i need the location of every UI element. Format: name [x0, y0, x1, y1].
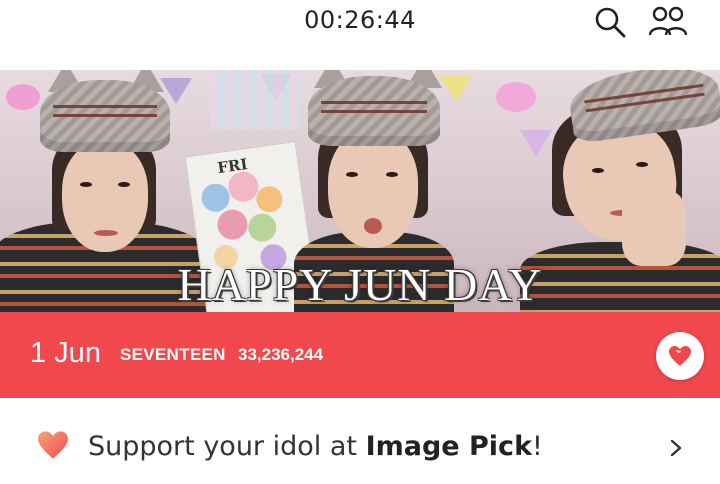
group-name: SEVENTEEN [120, 345, 226, 364]
event-date: 1 Jun [30, 337, 101, 369]
plaid-decoration [210, 70, 300, 130]
chevron-right-icon[interactable] [668, 438, 684, 462]
support-message: Support your idol at Image Pick! [88, 431, 543, 462]
banner-title: HAPPY JUN DAY [177, 259, 543, 310]
heart-icon [36, 430, 70, 464]
image-pick-link: Image Pick [365, 431, 533, 462]
event-info-bar[interactable]: 1 Jun SEVENTEEN 33,236,244 [0, 312, 720, 398]
users-icon[interactable] [648, 4, 688, 40]
top-bar: 00:26:44 [0, 0, 720, 70]
event-banner[interactable]: FRI HAPPY JUN DAY [0, 70, 720, 312]
like-button[interactable] [656, 332, 704, 380]
heart-icon [669, 346, 691, 366]
vote-count: 33,236,244 [238, 345, 324, 364]
search-icon[interactable] [592, 4, 628, 40]
support-banner[interactable]: Support your idol at Image Pick! [0, 398, 720, 484]
